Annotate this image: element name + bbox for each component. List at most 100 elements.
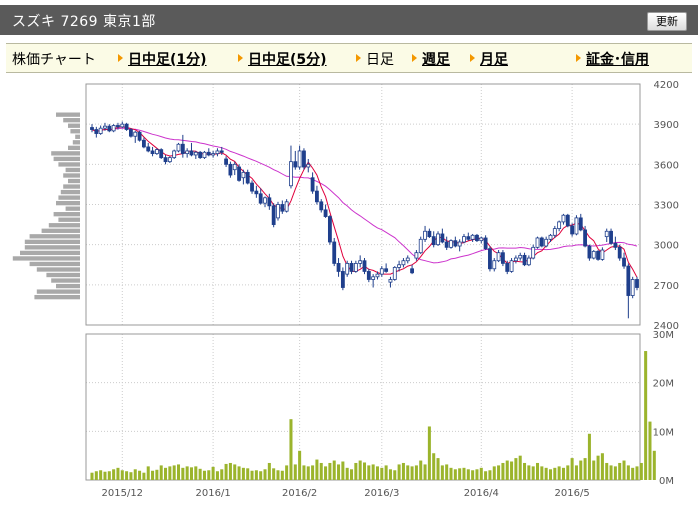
profile-bar xyxy=(36,267,80,272)
volume-bar xyxy=(523,462,527,480)
volume-tick-label: 20M xyxy=(653,379,674,390)
volume-bar xyxy=(302,465,306,480)
volume-bar xyxy=(207,470,211,480)
profile-bar xyxy=(34,294,80,300)
volume-bar xyxy=(501,462,505,480)
volume-bar xyxy=(423,464,427,480)
candle-body xyxy=(202,151,207,159)
candle-body xyxy=(159,149,164,159)
candle-body xyxy=(276,204,280,219)
candle-body xyxy=(310,177,315,192)
candle-body xyxy=(453,240,458,247)
candle-body xyxy=(189,150,194,156)
volume-bar xyxy=(453,469,457,480)
candle-body xyxy=(111,125,116,132)
volume-bar xyxy=(267,462,271,480)
candle-body xyxy=(206,151,211,156)
candle-body xyxy=(297,150,302,168)
profile-bar xyxy=(29,234,81,239)
volume-bar xyxy=(458,468,462,480)
moving-averages xyxy=(91,126,638,278)
candle-body xyxy=(237,166,241,181)
candle-body xyxy=(418,238,423,254)
short-moving-average xyxy=(91,126,638,278)
volume-bar xyxy=(120,470,124,480)
volume-bar xyxy=(315,459,319,480)
volume-bar xyxy=(272,468,276,480)
candle-body xyxy=(154,149,159,155)
candle-body xyxy=(224,158,229,165)
volume-bar xyxy=(432,453,436,480)
candle-body xyxy=(219,150,224,153)
axes: 420039003600330030002700240030M20M10M0M2… xyxy=(102,80,679,499)
volume-bar xyxy=(618,462,622,480)
candle-body xyxy=(630,279,635,296)
candle-body xyxy=(327,216,332,243)
volume-bar xyxy=(622,460,626,480)
volume-bar xyxy=(142,472,146,480)
volume-bar xyxy=(341,461,345,480)
volume-bar xyxy=(237,466,241,480)
candle-body xyxy=(384,268,389,272)
volume-bar xyxy=(574,465,578,480)
volume-bar xyxy=(107,471,111,480)
profile-bar xyxy=(24,245,80,250)
candle-body xyxy=(146,146,151,152)
candle-body xyxy=(211,153,216,156)
candle-body xyxy=(500,252,505,264)
volume-bar xyxy=(90,472,94,480)
candle-body xyxy=(431,236,436,246)
volume-bar xyxy=(605,462,609,480)
volume-tick-label: 0M xyxy=(659,476,674,487)
candle-body xyxy=(578,217,583,231)
profile-bar xyxy=(68,178,80,184)
volume-bar xyxy=(484,471,488,480)
candle-body xyxy=(462,236,466,243)
candle-body xyxy=(492,260,497,270)
volume-tick-label: 10M xyxy=(653,427,674,438)
volume-bar xyxy=(648,421,652,480)
candle-body xyxy=(163,157,168,163)
candle-body xyxy=(496,252,501,262)
candle-body xyxy=(457,241,462,247)
candle-body xyxy=(254,190,259,195)
volume-bar xyxy=(172,465,176,480)
profile-bar xyxy=(12,256,80,261)
candle-body xyxy=(522,254,527,266)
price-tick-label: 3900 xyxy=(654,120,679,131)
candle-body xyxy=(410,268,414,274)
candle-body xyxy=(509,260,514,272)
volume-bar xyxy=(99,470,103,480)
candle-body xyxy=(635,279,639,288)
volume-bar xyxy=(514,458,518,480)
candle-body xyxy=(539,237,544,247)
volume-bar xyxy=(600,453,604,480)
candle-body xyxy=(479,237,484,242)
volume-bar xyxy=(151,470,155,480)
candle-body xyxy=(340,271,345,288)
date-tick-label: 2015/12 xyxy=(102,488,144,499)
price-tick-label: 4200 xyxy=(654,80,679,91)
grid xyxy=(86,83,640,480)
volume-bar xyxy=(155,469,159,480)
candle-body xyxy=(293,161,298,168)
candle-body xyxy=(475,234,479,242)
volume-bar xyxy=(94,471,98,480)
candle-body xyxy=(319,201,324,211)
candle-body xyxy=(444,241,449,248)
candle-body xyxy=(345,263,350,275)
candle-body xyxy=(574,217,579,235)
volume-bar xyxy=(228,462,232,480)
candle-body xyxy=(466,236,471,240)
candle-body xyxy=(609,230,613,244)
candle-body xyxy=(587,245,592,259)
volume-bar xyxy=(246,468,250,480)
candle-body xyxy=(107,125,112,132)
candle-body xyxy=(180,143,185,155)
profile-bar xyxy=(53,212,80,217)
profile-bar xyxy=(48,223,80,228)
candle-body xyxy=(167,157,172,163)
volume-bar xyxy=(410,466,414,480)
candle-body xyxy=(103,125,107,129)
price-tick-label: 3300 xyxy=(654,201,679,212)
